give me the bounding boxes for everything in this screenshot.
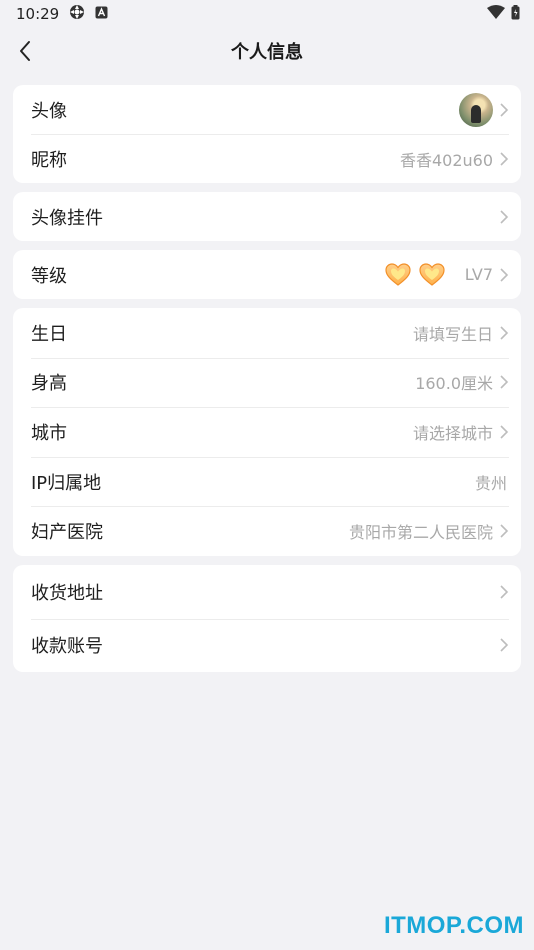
avatar <box>459 92 493 127</box>
nickname-value: 香香402u60 <box>399 150 493 170</box>
wifi-icon <box>487 5 505 23</box>
chevron-right-icon <box>500 326 509 340</box>
pendant-card: 头像挂件 <box>13 192 521 241</box>
chevron-right-icon <box>500 638 509 652</box>
height-value: 160.0厘米 <box>415 374 493 394</box>
payment-account-label: 收款账号 <box>31 636 103 658</box>
ip-location-value: 贵州 <box>474 473 507 493</box>
details-card: 生日 请填写生日 身高 160.0厘米 城市 请选择城市 IP归属地 贵州 妇产… <box>13 308 521 556</box>
back-arrow-icon <box>20 41 30 61</box>
back-button[interactable] <box>10 36 40 66</box>
birthday-label: 生日 <box>31 323 67 345</box>
birthday-value: 请填写生日 <box>412 324 493 344</box>
profile-basic-card: 头像 昵称 香香402u60 <box>13 85 521 183</box>
city-value: 请选择城市 <box>412 423 493 443</box>
payment-card: 收货地址 收款账号 <box>13 565 521 672</box>
chevron-right-icon <box>500 151 509 166</box>
avatar-pendant-label: 头像挂件 <box>31 207 103 229</box>
level-value: LV7 <box>464 265 493 284</box>
level-card: 等级 LV7 <box>13 250 521 299</box>
chevron-right-icon <box>500 524 509 538</box>
chevron-right-icon <box>500 585 509 599</box>
hospital-label: 妇产医院 <box>31 522 103 544</box>
nickname-label: 昵称 <box>31 149 67 171</box>
chevron-right-icon <box>500 209 509 224</box>
chevron-right-icon <box>500 267 509 282</box>
height-row[interactable]: 身高 160.0厘米 <box>13 357 521 408</box>
ip-location-row: IP归属地 贵州 <box>13 456 521 507</box>
chevron-right-icon <box>500 375 509 389</box>
settings-notification-icon <box>69 4 85 24</box>
city-row[interactable]: 城市 请选择城市 <box>13 407 521 457</box>
level-badges <box>385 262 445 287</box>
hospital-value: 贵阳市第二人民医院 <box>348 523 493 543</box>
nickname-row[interactable]: 昵称 香香402u60 <box>13 134 521 183</box>
city-label: 城市 <box>31 422 67 444</box>
heart-badge-icon <box>385 262 411 286</box>
battery-icon <box>511 4 520 24</box>
hospital-row[interactable]: 妇产医院 贵阳市第二人民医院 <box>13 506 521 556</box>
birthday-row[interactable]: 生日 请填写生日 <box>13 308 521 358</box>
shipping-address-label: 收货地址 <box>31 582 103 604</box>
payment-account-row[interactable]: 收款账号 <box>13 618 521 673</box>
avatar-pendant-row[interactable]: 头像挂件 <box>13 192 521 241</box>
chevron-right-icon <box>500 102 509 117</box>
app-notification-icon <box>95 5 108 23</box>
ip-location-label: IP归属地 <box>31 472 102 494</box>
avatar-row[interactable]: 头像 <box>13 85 521 134</box>
chevron-right-icon <box>500 425 509 439</box>
status-time: 10:29 <box>16 5 60 23</box>
level-label: 等级 <box>31 265 67 287</box>
height-label: 身高 <box>31 373 67 395</box>
navigation-bar: 个人信息 <box>0 28 534 74</box>
status-bar: 10:29 <box>0 0 534 28</box>
watermark: ITMOP.COM <box>383 912 524 939</box>
level-row[interactable]: 等级 LV7 <box>13 250 521 299</box>
page-title: 个人信息 <box>231 42 303 63</box>
avatar-label: 头像 <box>31 100 67 122</box>
shipping-address-row[interactable]: 收货地址 <box>13 565 521 619</box>
heart-badge-icon <box>419 262 445 286</box>
